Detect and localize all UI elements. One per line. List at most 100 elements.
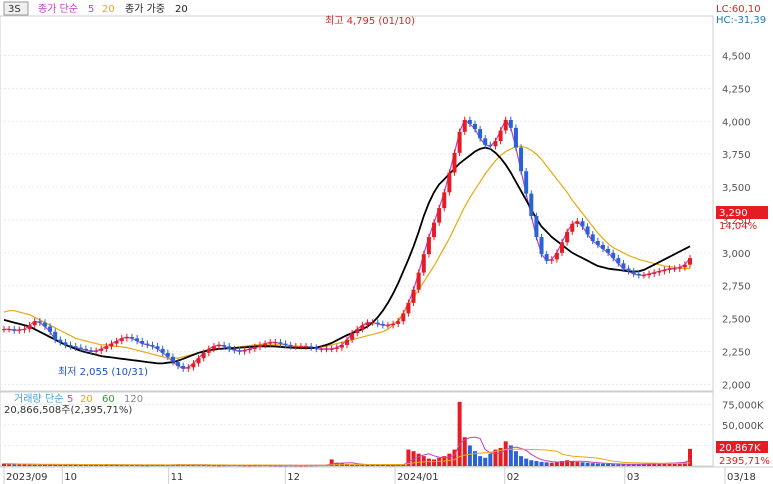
vol-legend-item: 거래량 [14,393,42,405]
candle-body [467,119,472,124]
vol-legend-item: 60 [102,394,115,405]
candle-body [140,341,145,344]
candle-body [2,329,6,331]
candle-body [508,119,513,128]
candle-body [206,348,211,353]
candle-body [278,342,283,344]
volume-bar [585,462,590,466]
candle-body [283,343,288,345]
volume-bar [544,462,549,466]
candle-body [565,231,570,243]
candle-body [298,346,303,348]
candle-body [498,130,503,141]
candle-body [329,348,334,350]
candle-body [181,366,186,369]
candle-body [339,344,344,348]
vol-legend-item: 120 [124,394,143,405]
candle-body [452,152,457,173]
candle-body [575,221,580,224]
period-label[interactable]: 3S [8,4,21,15]
candle-body [201,352,206,359]
candle-body [94,350,99,352]
candle-body [58,339,63,343]
candle-body [304,346,309,348]
y-tick-label: 4,000 [722,117,751,128]
vol-legend-item: 20 [80,394,93,405]
volume-bar [488,453,493,466]
candle-body [160,348,165,353]
candle-body [124,337,129,339]
candle-body [401,313,406,322]
last-volume-pct: 2395,71% [719,456,770,467]
candle-body [319,348,324,350]
x-tick-label: 03/18 [727,472,756,483]
candle-body [396,321,401,324]
candle-body [211,346,216,349]
candle-body [237,350,242,352]
volume-bar [534,461,539,466]
candle-body [196,358,201,364]
volume-bar [503,441,508,466]
candle-body [99,348,104,351]
candle-body [478,129,483,139]
candle-body [524,171,529,194]
candle-body [560,242,565,253]
last-change-label: 14,04% [719,221,757,232]
candle-body [493,141,498,147]
vol-tick-label: 50,000K [722,421,764,432]
candle-body [78,347,83,349]
volume-bar [590,463,595,466]
candle-body [355,329,360,334]
candle-body [437,208,442,223]
y-tick-label: 2,250 [722,348,751,359]
legend-item: 20 [102,4,115,15]
x-tick-label: 2023/09 [6,472,48,483]
candle-body [165,352,170,357]
candle-body [529,193,534,216]
candle-body [12,329,17,331]
candle-body [109,343,114,347]
candle-body [63,342,68,345]
volume-bar [575,461,580,466]
candle-body [432,222,437,238]
y-tick-label: 2,500 [722,315,751,326]
candle-body [677,267,682,269]
x-tick-label: 2024/01 [397,472,439,483]
candle-body [334,347,339,349]
volume-bar [611,464,616,466]
y-tick-label: 2,000 [722,380,751,391]
legend-item: 종가 가중 [125,3,165,15]
candle-body [288,344,293,347]
volume-bar [467,445,472,466]
candle-body [247,348,252,351]
candle-body [657,271,662,273]
candle-body [365,322,370,326]
volume-bar [524,458,529,466]
candle-body [488,144,493,147]
candle-body [104,346,109,349]
candle-body [442,192,447,209]
candle-body [391,323,396,326]
candle-body [616,258,621,264]
candle-body [585,226,590,235]
volume-bar [478,456,483,466]
candle-body [242,350,247,352]
vol-legend-item: 5 [67,394,73,405]
candle-body [647,273,652,276]
candle-body [135,338,140,341]
candle-body [309,346,314,348]
stock-chart: 3S 종가 단순 5 20 종가 가중 20 LC:60,10 HC:-31,39 4,… [0,0,773,484]
candle-body [641,275,646,277]
candle-body [380,323,385,326]
volume-bar [462,437,467,466]
volume-bar [416,453,421,466]
y-tick-label: 3,500 [722,183,751,194]
volume-bar [580,462,585,466]
candle-body [636,273,641,276]
candle-body [554,252,559,260]
candle-body [688,258,692,265]
y-tick-label: 3,000 [722,249,751,260]
candle-body [595,241,600,245]
candle-body [462,119,467,132]
volume-bar [432,459,437,466]
